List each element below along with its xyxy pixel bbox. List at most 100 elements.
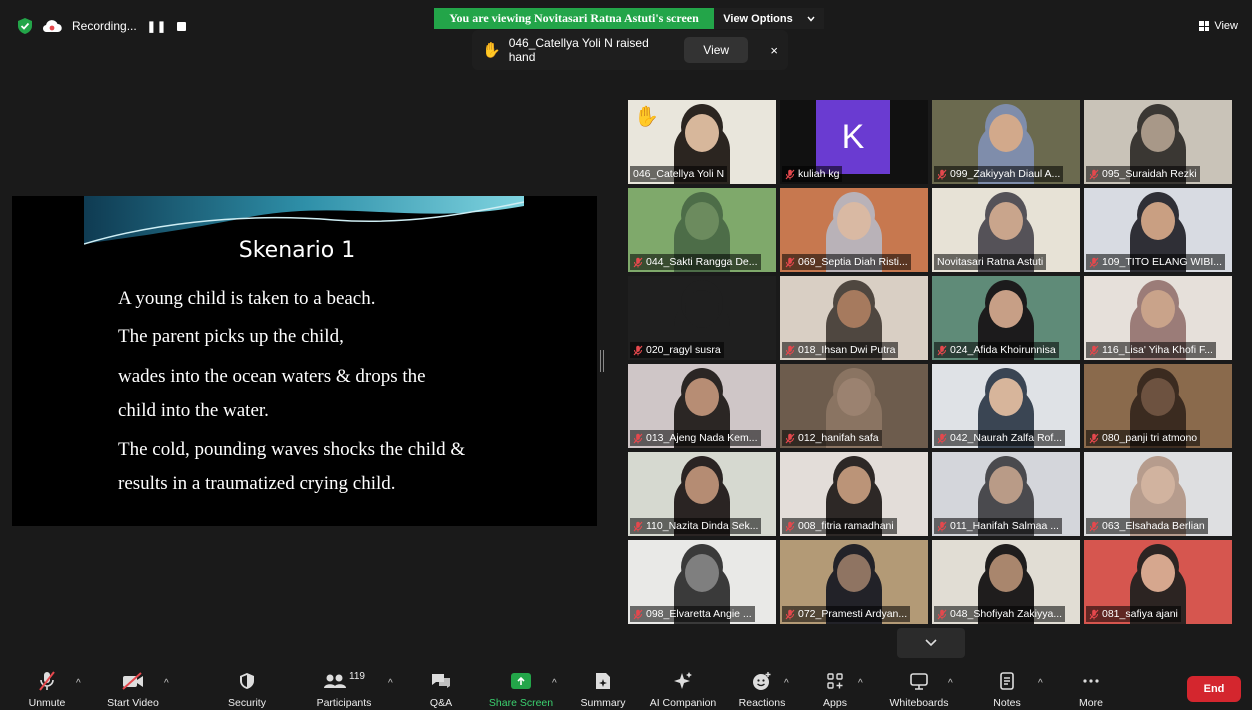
share-options-caret[interactable]: ^: [552, 678, 557, 689]
summary-button[interactable]: Summary: [578, 664, 628, 710]
slide-line: child into the water.: [118, 400, 269, 421]
muted-microphone-icon: [633, 521, 643, 532]
notes-button[interactable]: Notes: [988, 664, 1026, 710]
participant-nametag: 042_Naurah Zalfa Rof...: [934, 430, 1066, 446]
audio-options-caret[interactable]: ^: [76, 678, 81, 689]
view-options-label: View Options: [723, 12, 793, 25]
muted-microphone-icon: [785, 257, 795, 268]
muted-microphone-icon: [937, 345, 947, 356]
reactions-button[interactable]: Reactions: [736, 664, 788, 710]
slide-line: wades into the ocean waters & drops the: [118, 366, 426, 387]
participant-tile[interactable]: Kkuliah kg: [780, 100, 928, 184]
participant-face: [989, 554, 1023, 592]
participant-name: 011_Hanifah Salmaa ...: [950, 520, 1059, 532]
participant-nametag: 110_Nazita Dinda Sek...: [630, 518, 762, 534]
participant-face: [685, 378, 719, 416]
participant-tile[interactable]: 095_Suraidah Rezki: [1084, 100, 1232, 184]
muted-microphone-icon: [937, 609, 947, 620]
participant-tile[interactable]: 110_Nazita Dinda Sek...: [628, 452, 776, 536]
participant-tile[interactable]: 020_ragyl susra: [628, 276, 776, 360]
participant-tile[interactable]: 024_Afida Khoirunnisa: [932, 276, 1080, 360]
start-video-button[interactable]: Start Video: [102, 664, 164, 710]
whiteboards-button[interactable]: Whiteboards: [884, 664, 954, 710]
participant-tile[interactable]: 081_safiya ajani: [1084, 540, 1232, 624]
participant-tile[interactable]: 013_Ajeng Nada Kem...: [628, 364, 776, 448]
qa-button[interactable]: Q&A: [424, 664, 458, 710]
whiteboards-label: Whiteboards: [889, 697, 949, 709]
participants-options-caret[interactable]: ^: [388, 678, 393, 689]
participant-name: 042_Naurah Zalfa Rof...: [950, 432, 1063, 444]
shared-screen-slide: Skenario 1 A young child is taken to a b…: [12, 196, 597, 526]
participant-face: [837, 378, 871, 416]
participant-face: [837, 554, 871, 592]
unmute-button[interactable]: Unmute: [22, 664, 72, 710]
participants-label: Participants: [316, 697, 372, 709]
participant-tile[interactable]: 011_Hanifah Salmaa ...: [932, 452, 1080, 536]
participant-nametag: 046_Catellya Yoli N: [630, 166, 728, 182]
muted-microphone-icon: [1089, 609, 1099, 620]
whiteboards-options-caret[interactable]: ^: [948, 678, 953, 689]
view-options-button[interactable]: View Options: [714, 8, 824, 29]
participant-gallery: ✋ 046_Catellya Yoli N Kkuliah kg 099_Zakiyy…: [628, 100, 1234, 624]
participant-tile[interactable]: 099_Zakiyyah Diaul A...: [932, 100, 1080, 184]
participant-name: 013_Ajeng Nada Kem...: [646, 432, 758, 444]
share-screen-button[interactable]: Share Screen: [486, 664, 556, 710]
notes-icon: [994, 670, 1020, 692]
video-off-icon: [120, 670, 146, 692]
participant-face: [685, 114, 719, 152]
apps-options-caret[interactable]: ^: [858, 678, 863, 689]
participant-tile[interactable]: 072_Pramesti Ardyan...: [780, 540, 928, 624]
participant-tile[interactable]: 063_Elsahada Berlian: [1084, 452, 1232, 536]
participant-name: 081_safiya ajani: [1102, 608, 1178, 620]
muted-microphone-icon: [937, 521, 947, 532]
chevron-down-icon: [925, 639, 937, 647]
gallery-next-page-button[interactable]: [897, 628, 965, 658]
stop-recording-icon[interactable]: [177, 21, 187, 31]
participant-tile[interactable]: ✋ 046_Catellya Yoli N: [628, 100, 776, 184]
participant-tile[interactable]: Novitasari Ratna Astuti: [932, 188, 1080, 272]
reactions-label: Reactions: [738, 697, 786, 709]
end-meeting-button[interactable]: End: [1187, 676, 1241, 702]
unmute-label: Unmute: [28, 697, 66, 709]
video-options-caret[interactable]: ^: [164, 678, 169, 689]
view-layout-button[interactable]: View: [1199, 20, 1238, 32]
participant-tile[interactable]: 080_panji tri atmono: [1084, 364, 1232, 448]
participant-name: 109_TITO ELANG WIBI...: [1102, 256, 1223, 268]
participant-tile[interactable]: 008_fitria ramadhani: [780, 452, 928, 536]
apps-button[interactable]: Apps: [816, 664, 854, 710]
more-button[interactable]: More: [1074, 664, 1108, 710]
participant-tile[interactable]: 116_Lisa' Yiha Khofi F...: [1084, 276, 1232, 360]
participant-face: [837, 466, 871, 504]
close-icon[interactable]: ×: [770, 43, 778, 58]
muted-microphone-icon: [1089, 521, 1099, 532]
apps-icon: [822, 670, 848, 692]
participant-nametag: 095_Suraidah Rezki: [1086, 166, 1200, 182]
security-button[interactable]: Security: [222, 664, 272, 710]
toast-view-button[interactable]: View: [683, 37, 749, 63]
recording-indicator[interactable]: Recording... ❚❚: [18, 18, 187, 34]
participant-face: [989, 466, 1023, 504]
notes-label: Notes: [993, 697, 1021, 709]
participant-tile[interactable]: 012_hanifah safa: [780, 364, 928, 448]
muted-microphone-icon: [633, 433, 643, 444]
reactions-options-caret[interactable]: ^: [784, 678, 789, 689]
participant-tile[interactable]: 069_Septia Diah Risti...: [780, 188, 928, 272]
participant-tile[interactable]: 018_Ihsan Dwi Putra: [780, 276, 928, 360]
slide-line: The parent picks up the child,: [118, 326, 344, 347]
muted-microphone-icon: [1089, 257, 1099, 268]
participant-nametag: 013_Ajeng Nada Kem...: [630, 430, 761, 446]
participant-tile[interactable]: 044_Sakti Rangga De...: [628, 188, 776, 272]
ai-companion-button[interactable]: AI Companion: [646, 664, 720, 710]
notes-options-caret[interactable]: ^: [1038, 678, 1043, 689]
muted-microphone-icon: [785, 521, 795, 532]
participant-face: [1141, 290, 1175, 328]
participant-tile[interactable]: 048_Shofiyah Zakiyya...: [932, 540, 1080, 624]
sparkle-icon: [670, 670, 696, 692]
participant-tile[interactable]: 109_TITO ELANG WIBI...: [1084, 188, 1232, 272]
pause-recording-icon[interactable]: ❚❚: [147, 20, 167, 33]
participant-tile[interactable]: 042_Naurah Zalfa Rof...: [932, 364, 1080, 448]
participants-button[interactable]: 119 Participants: [312, 664, 376, 710]
panel-resize-handle[interactable]: [600, 350, 604, 372]
participant-face: [989, 114, 1023, 152]
participant-tile[interactable]: 098_Elvaretta Angie ...: [628, 540, 776, 624]
